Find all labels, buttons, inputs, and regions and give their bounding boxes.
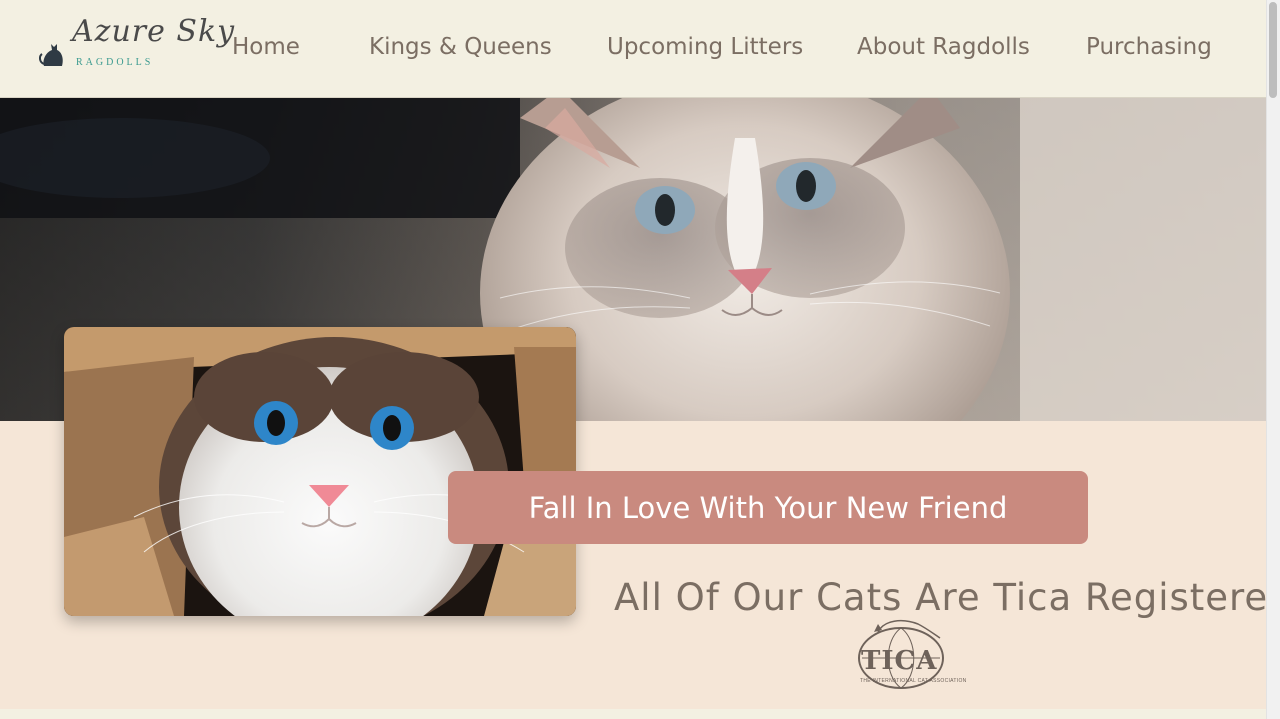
vertical-scrollbar[interactable] bbox=[1266, 0, 1280, 719]
cat-silhouette-icon bbox=[38, 44, 63, 66]
nav-home-link[interactable]: Home bbox=[232, 34, 300, 60]
brand-subtitle: RAGDOLLS bbox=[76, 57, 154, 68]
tica-registered-heading: All Of Our Cats Are Tica Registered bbox=[614, 576, 1280, 619]
tica-logo-subtext: THE INTERNATIONAL CAT ASSOCIATION bbox=[860, 678, 967, 684]
nav-upcoming-litters-link[interactable]: Upcoming Litters bbox=[607, 34, 803, 60]
nav-purchasing-link[interactable]: Purchasing bbox=[1086, 34, 1212, 60]
brand-logo[interactable]: Azure Sky RAGDOLLS bbox=[38, 14, 234, 76]
site-header: Azure Sky RAGDOLLS Home Kings & Queens U… bbox=[0, 0, 1266, 98]
tica-logo-text: TICA bbox=[861, 646, 938, 676]
brand-script-name: Azure Sky bbox=[72, 14, 236, 49]
nav-kings-queens-link[interactable]: Kings & Queens bbox=[369, 34, 552, 60]
page-bottom-strip bbox=[0, 709, 1266, 719]
tica-logo: TICA THE INTERNATIONAL CAT ASSOCIATION bbox=[854, 614, 966, 692]
fall-in-love-cta-button[interactable]: Fall In Love With Your New Friend bbox=[448, 471, 1088, 544]
nav-about-ragdolls-link[interactable]: About Ragdolls bbox=[857, 34, 1030, 60]
scrollbar-thumb[interactable] bbox=[1269, 2, 1277, 98]
